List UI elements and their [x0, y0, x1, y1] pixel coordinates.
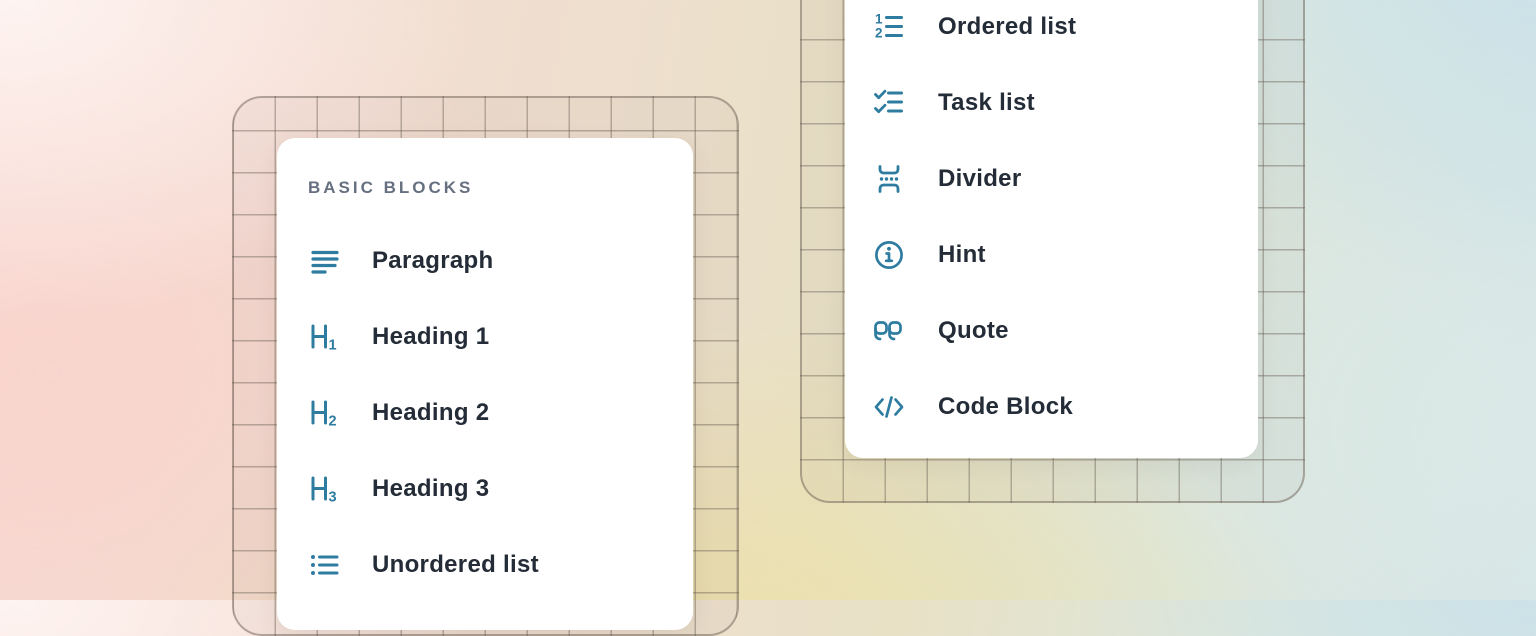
paragraph-icon [308, 244, 342, 278]
menu-item-unordered-list[interactable]: Unordered list [277, 543, 693, 587]
menu-item-label: Code Block [938, 393, 1073, 421]
menu-item-label: Heading 1 [372, 323, 489, 351]
task-list-icon [872, 86, 906, 120]
menu-item-hint[interactable]: Hint [845, 233, 1258, 277]
menu-item-heading-2[interactable]: 2 Heading 2 [277, 391, 693, 435]
heading-2-icon: 2 [308, 396, 342, 430]
menu-item-paragraph[interactable]: Paragraph [277, 239, 693, 283]
blocks-list-continued: 12 Ordered list Task list Divider Hint Q… [845, 0, 1258, 429]
code-block-icon [872, 390, 906, 424]
svg-text:2: 2 [875, 26, 883, 41]
menu-item-label: Unordered list [372, 551, 539, 579]
basic-blocks-menu: BASIC BLOCKS Paragraph 1 Heading 1 2 Hea… [277, 138, 693, 630]
svg-text:3: 3 [329, 490, 337, 506]
svg-text:2: 2 [329, 414, 337, 430]
heading-3-icon: 3 [308, 472, 342, 506]
basic-blocks-list: Paragraph 1 Heading 1 2 Heading 2 3 Head… [277, 239, 693, 587]
menu-item-heading-1[interactable]: 1 Heading 1 [277, 315, 693, 359]
menu-item-label: Heading 2 [372, 399, 489, 427]
menu-item-label: Hint [938, 241, 986, 269]
hint-icon [872, 238, 906, 272]
menu-item-code-block[interactable]: Code Block [845, 385, 1258, 429]
menu-item-label: Ordered list [938, 13, 1076, 41]
quote-icon [872, 314, 906, 348]
divider-icon [872, 162, 906, 196]
menu-item-label: Task list [938, 89, 1035, 117]
menu-item-label: Quote [938, 317, 1009, 345]
menu-item-label: Paragraph [372, 247, 493, 275]
unordered-list-icon [308, 548, 342, 582]
blocks-menu-continued: 12 Ordered list Task list Divider Hint Q… [845, 0, 1258, 458]
menu-item-task-list[interactable]: Task list [845, 81, 1258, 125]
menu-item-heading-3[interactable]: 3 Heading 3 [277, 467, 693, 511]
svg-text:1: 1 [875, 12, 883, 27]
menu-item-label: Heading 3 [372, 475, 489, 503]
menu-item-ordered-list[interactable]: 12 Ordered list [845, 5, 1258, 49]
ordered-list-icon: 12 [872, 10, 906, 44]
menu-item-label: Divider [938, 165, 1021, 193]
svg-text:1: 1 [329, 338, 337, 354]
section-label-basic-blocks: BASIC BLOCKS [277, 138, 693, 198]
menu-item-quote[interactable]: Quote [845, 309, 1258, 353]
heading-1-icon: 1 [308, 320, 342, 354]
menu-item-divider[interactable]: Divider [845, 157, 1258, 201]
